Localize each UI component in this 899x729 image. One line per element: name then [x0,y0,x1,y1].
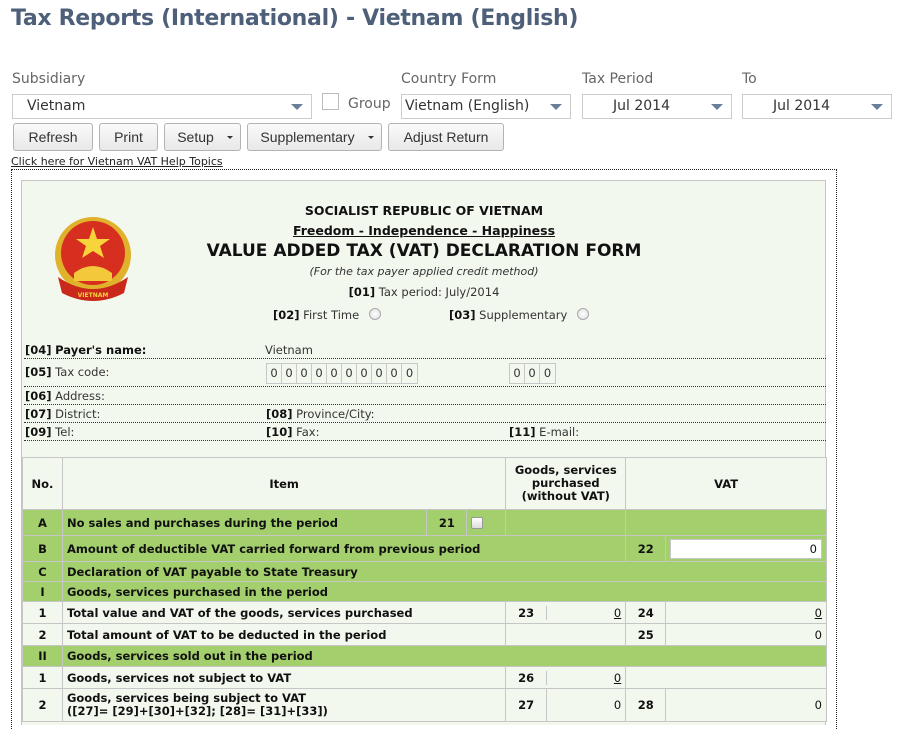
group-checkbox[interactable] [322,93,339,110]
form-header-country: SOCIALIST REPUBLIC OF VIETNAM [304,203,544,218]
table-row: 1 Total value and VAT of the goods, serv… [22,601,827,624]
country-form-label: Country Form [401,71,497,87]
tax-code-digit: 0 [510,364,525,383]
header-item: Item [61,457,507,510]
tax-code-digit: 0 [312,364,327,383]
subsidiary-label: Subsidiary [12,71,86,87]
purchased-goods-link[interactable]: 0 [614,606,621,620]
caret-down-icon [227,136,233,139]
first-time-option: [02] First Time [273,308,381,322]
purchased-vat-link[interactable]: 0 [815,606,822,620]
help-topics-link[interactable]: Click here for Vietnam VAT Help Topics [11,155,223,168]
no-transactions-checkbox[interactable] [471,517,484,529]
table-row: II Goods, services sold out in the perio… [22,645,828,667]
tax-code-digit: 0 [267,364,282,383]
supplementary-label: Supplementary [260,129,355,145]
contact-row: [09] Tel: [10] Fax: [11] E-mail: [24,423,826,441]
tax-code-digit: 0 [342,364,357,383]
tax-period-label: Tax Period [582,71,654,87]
tax-code-digit: 0 [297,364,312,383]
header-goods: Goods, services purchased (without VAT) [505,457,627,510]
fax-label: [10] Fax: [266,425,320,439]
tax-period-line: [01] Tax period: July/2014 [119,285,729,299]
print-button[interactable]: Print [99,123,158,151]
form-title: VALUE ADDED TAX (VAT) DECLARATION FORM [206,241,642,261]
to-period-value: Jul 2014 [773,98,830,114]
country-form-value: Vietnam (English) [405,98,530,114]
country-form-select[interactable]: Vietnam (English) [401,94,571,119]
chevron-down-icon [871,104,883,110]
province-label: [08] Province/City: [266,407,375,421]
supplementary-radio[interactable] [576,308,589,320]
caret-down-icon [368,136,374,139]
header-vat: VAT [625,457,827,510]
subsidiary-select[interactable]: Vietnam [12,94,312,119]
form-header-motto: Freedom - Independence - Happiness [292,223,556,238]
tax-period-text: Tax period: July/2014 [378,285,500,299]
form-subtitle: (For the tax payer applied credit method… [309,265,539,278]
tax-code-digit: 0 [357,364,372,383]
chevron-down-icon [550,104,562,110]
svg-text:VIETNAM: VIETNAM [78,292,109,299]
address-label: [06] Address: [25,389,105,403]
address-row: [06] Address: [24,387,826,405]
first-time-label: First Time [303,308,360,322]
tax-code-digit: 0 [387,364,402,383]
tax-code-suffix: 000 [509,363,556,384]
header-no: No. [22,457,63,510]
deductible-vat-value: 0 [665,623,827,646]
supplementary-code: [03] [449,308,476,322]
adjust-return-button[interactable]: Adjust Return [388,123,504,151]
to-label: To [742,71,757,87]
setup-button[interactable]: Setup [164,123,241,151]
table-row: B Amount of deductible VAT carried forwa… [22,535,827,562]
tax-code-digit: 0 [372,364,387,383]
chevron-down-icon [291,104,303,110]
payer-name-value: Vietnam [265,343,313,357]
tax-period-code: [01] [348,285,376,299]
supplementary-radio-label: Supplementary [479,308,568,322]
table-row: 1 Goods, services not subject to VAT 26 0 [22,666,827,689]
group-label: Group [348,96,391,112]
chevron-down-icon [711,104,723,110]
payer-name-row: [04] Payer's name: Vietnam [24,341,826,359]
vat-declaration-form: VIETNAM SOCIALIST REPUBLIC OF VIETNAM Fr… [21,180,828,725]
tax-code-digit: 0 [327,364,342,383]
tax-code-digit: 0 [282,364,297,383]
table-row: A No sales and purchases during the peri… [22,509,827,536]
district-row: [07] District: [08] Province/City: [24,405,826,423]
tax-code-digit: 0 [525,364,540,383]
supplementary-button[interactable]: Supplementary [247,123,382,151]
table-header: No. Item Goods, services purchased (with… [22,457,827,510]
setup-label: Setup [177,129,214,145]
tax-code-digits: 0000000000 [266,363,418,384]
subsidiary-value: Vietnam [27,98,86,114]
district-label: [07] District: [25,407,101,421]
tax-code-label: [05] Tax code: [25,365,110,379]
tax-code-row: [05] Tax code: 0000000000 000 [24,359,826,387]
table-row: 2 Goods, services being subject to VAT([… [22,688,827,722]
table-row: 2 Total amount of VAT to be deducted in … [22,623,827,646]
tel-label: [09] Tel: [25,425,75,439]
tax-code-digit: 0 [543,366,552,380]
refresh-button[interactable]: Refresh [13,123,93,151]
table-row: C Declaration of VAT payable to State Tr… [22,561,828,582]
payer-name-label: [04] Payer's name: [25,343,147,357]
tax-period-select[interactable]: Jul 2014 [582,94,732,119]
supplementary-option: [03] Supplementary [449,308,589,322]
first-time-code: [02] [273,308,300,322]
page-title: Tax Reports (International) - Vietnam (E… [11,6,579,31]
carried-forward-vat-input[interactable]: 0 [670,538,822,559]
vat-table: No. Item Goods, services purchased (with… [22,457,828,722]
tax-period-value: Jul 2014 [613,98,670,114]
table-row: I Goods, services purchased in the perio… [22,581,828,602]
to-period-select[interactable]: Jul 2014 [742,94,892,119]
first-time-radio[interactable] [368,308,381,320]
tax-code-digit: 0 [405,366,414,380]
email-label: [11] E-mail: [509,425,580,439]
non-vat-goods-link[interactable]: 0 [614,671,621,685]
